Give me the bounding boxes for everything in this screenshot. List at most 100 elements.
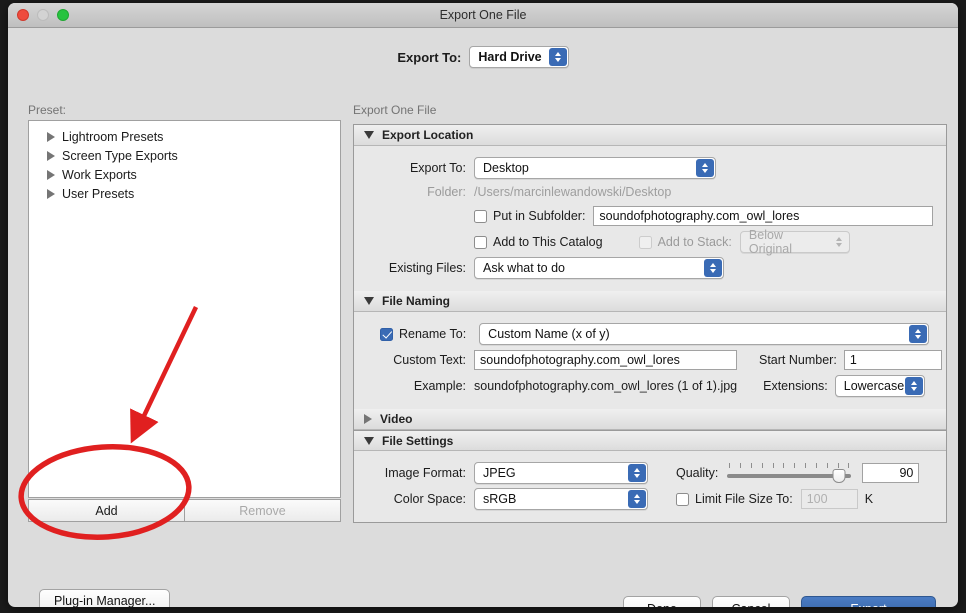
example-row: Example: soundofphotography.com_owl_lore… — [354, 373, 946, 399]
cancel-button[interactable]: Cancel — [712, 596, 790, 607]
quality-value-input[interactable]: 90 — [862, 463, 920, 483]
folder-label: Folder: — [427, 185, 466, 199]
color-space-label: Color Space: — [393, 492, 466, 506]
extensions-case-select[interactable]: Lowercase — [834, 375, 925, 397]
preset-group-screen-type-exports[interactable]: Screen Type Exports — [29, 146, 340, 165]
export-to-destination-value: Hard Drive — [478, 50, 542, 64]
export-to-destination-select[interactable]: Hard Drive — [469, 46, 569, 68]
chevron-updown-icon — [696, 159, 714, 177]
put-in-subfolder-row: Put in Subfolder: soundofphotography.com… — [354, 203, 946, 229]
rename-to-checkbox[interactable] — [380, 327, 393, 341]
rename-to-label: Rename To: — [399, 327, 467, 341]
section-body-file-naming: Rename To: Custom Name (x of y) Custom T… — [354, 312, 946, 409]
put-in-subfolder-checkbox[interactable] — [474, 209, 487, 223]
disclosure-triangle-icon[interactable] — [47, 188, 55, 199]
color-space-select[interactable]: sRGB — [474, 488, 648, 510]
export-destination-row: Export To: Hard Drive — [8, 28, 958, 68]
image-format-select[interactable]: JPEG — [474, 462, 648, 484]
section-body-export-location: Export To: Desktop Folder: /Users/marcin… — [354, 146, 946, 291]
export-dialog-window: Export One File Export To: Hard Drive Pr… — [8, 3, 958, 607]
existing-files-label: Existing Files: — [388, 261, 466, 275]
image-format-row: Image Format: JPEG Quality: 90 — [354, 460, 946, 486]
plugin-manager-button[interactable]: Plug-in Manager... — [39, 589, 171, 607]
existing-files-value: Ask what to do — [483, 261, 565, 275]
disclosure-triangle-icon[interactable] — [47, 169, 55, 180]
custom-text-row: Custom Text: soundofphotography.com_owl_… — [354, 347, 946, 373]
preset-group-lightroom-presets[interactable]: Lightroom Presets — [29, 127, 340, 146]
folder-path-row: Folder: /Users/marcinlewandowski/Desktop — [354, 181, 946, 203]
chevron-updown-icon — [628, 490, 646, 508]
disclosure-triangle-icon[interactable] — [47, 131, 55, 142]
chevron-updown-icon — [548, 48, 567, 66]
export-panel-label: Export One File — [353, 103, 437, 117]
color-space-value: sRGB — [483, 492, 517, 506]
add-preset-button[interactable]: Add — [28, 499, 184, 522]
image-format-label: Image Format: — [384, 466, 466, 480]
subfolder-name-input[interactable]: soundofphotography.com_owl_lores — [593, 206, 934, 226]
section-header-video[interactable]: Video — [354, 409, 946, 430]
example-label: Example: — [413, 379, 466, 393]
example-value: soundofphotography.com_owl_lores (1 of 1… — [474, 379, 738, 393]
folder-path-value: /Users/marcinlewandowski/Desktop — [474, 185, 672, 199]
chevron-updown-icon — [909, 325, 928, 343]
preset-group-label: Lightroom Presets — [62, 129, 164, 144]
subfolder-name-value: soundofphotography.com_owl_lores — [599, 209, 800, 223]
put-in-subfolder-label: Put in Subfolder: — [493, 209, 586, 223]
disclosure-triangle-icon[interactable] — [364, 131, 374, 139]
dialog-body: Export To: Hard Drive Preset: Lightroom … — [8, 28, 958, 607]
quality-slider[interactable] — [727, 463, 852, 483]
section-header-file-settings[interactable]: File Settings — [354, 430, 946, 451]
extensions-label: Extensions: — [763, 379, 828, 393]
add-to-stack-checkbox — [638, 235, 652, 249]
chevron-updown-icon — [830, 233, 848, 251]
export-to-label: Export To: — [409, 161, 466, 175]
preset-list[interactable]: Lightroom Presets Screen Type Exports Wo… — [28, 120, 341, 498]
section-body-file-settings: Image Format: JPEG Quality: 90 Color Spa… — [354, 451, 946, 522]
export-button[interactable]: Export — [801, 596, 936, 607]
disclosure-triangle-icon[interactable] — [364, 297, 374, 305]
export-to-folder-row: Export To: Desktop — [354, 155, 946, 181]
image-format-value: JPEG — [483, 466, 516, 480]
quality-label: Quality: — [676, 466, 719, 480]
add-to-catalog-row: Add to This Catalog Add to Stack: Below … — [354, 228, 946, 256]
add-to-catalog-checkbox[interactable] — [474, 235, 487, 249]
section-title: File Naming — [382, 294, 451, 308]
add-to-stack-position-select: Below Original — [739, 228, 850, 256]
export-to-folder-value: Desktop — [483, 161, 529, 175]
chevron-updown-icon — [628, 464, 646, 482]
rename-to-template-select[interactable]: Custom Name (x of y) — [479, 323, 930, 345]
add-to-stack-label: Add to Stack: — [657, 235, 732, 249]
disclosure-triangle-icon[interactable] — [47, 150, 55, 161]
window-title: Export One File — [439, 8, 527, 22]
add-to-stack-position-value: Below Original — [748, 228, 792, 256]
preset-group-label: Work Exports — [62, 167, 137, 182]
extensions-case-value: Lowercase — [843, 379, 905, 393]
dialog-action-buttons: Done Cancel Export — [623, 596, 936, 607]
section-title: File Settings — [382, 433, 454, 448]
start-number-label: Start Number: — [759, 353, 837, 367]
section-header-file-naming[interactable]: File Naming — [354, 291, 946, 312]
remove-preset-button: Remove — [184, 499, 341, 522]
existing-files-select[interactable]: Ask what to do — [474, 257, 724, 279]
quality-slider-thumb[interactable] — [832, 469, 846, 483]
rename-to-row: Rename To: Custom Name (x of y) — [354, 321, 946, 347]
limit-file-size-checkbox[interactable] — [676, 492, 689, 506]
custom-text-label: Custom Text: — [393, 353, 466, 367]
preset-group-user-presets[interactable]: User Presets — [29, 184, 340, 203]
section-title: Export Location — [382, 128, 474, 142]
limit-file-size-unit: K — [864, 492, 874, 506]
preset-group-work-exports[interactable]: Work Exports — [29, 165, 340, 184]
section-title: Video — [380, 412, 413, 426]
export-to-label: Export To: — [397, 49, 462, 65]
chevron-updown-icon — [704, 259, 722, 277]
start-number-input[interactable]: 1 — [843, 350, 942, 370]
done-button[interactable]: Done — [623, 596, 701, 607]
color-space-row: Color Space: sRGB Limit File Size To: 10… — [354, 486, 946, 512]
custom-text-input[interactable]: soundofphotography.com_owl_lores — [474, 350, 737, 370]
existing-files-row: Existing Files: Ask what to do — [354, 255, 946, 281]
rename-to-template-value: Custom Name (x of y) — [488, 327, 610, 341]
section-header-export-location[interactable]: Export Location — [354, 125, 946, 146]
export-to-folder-select[interactable]: Desktop — [474, 157, 716, 179]
disclosure-triangle-icon[interactable] — [364, 436, 374, 445]
disclosure-triangle-icon[interactable] — [364, 414, 372, 424]
